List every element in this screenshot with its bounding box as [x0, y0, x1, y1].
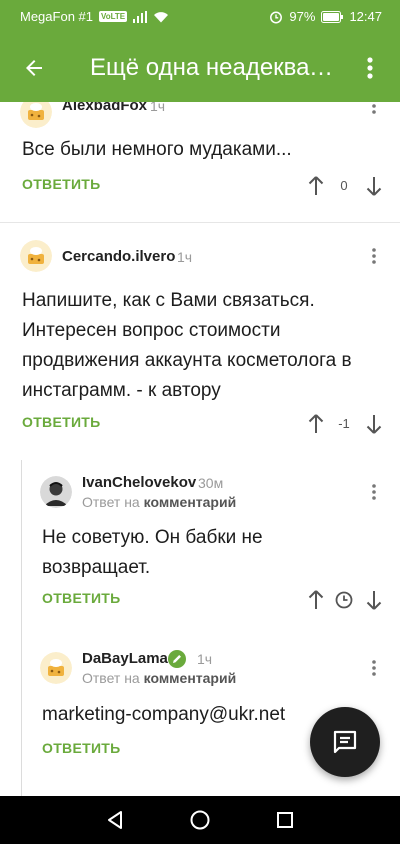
default-avatar-icon — [40, 652, 72, 684]
volte-badge: VoLTE — [99, 11, 128, 22]
comment-actions: ОТВЕТИТЬ — [42, 586, 387, 616]
alarm-icon — [270, 11, 283, 23]
upvote-button[interactable] — [304, 586, 328, 614]
reply-to-label: Ответ на комментарий — [82, 494, 236, 510]
vote-score: -1 — [338, 416, 350, 431]
arrow-down-icon — [366, 177, 382, 196]
reply-to-prefix: Ответ на — [82, 494, 140, 510]
signal-icon — [133, 10, 148, 23]
more-vert-icon — [372, 104, 376, 114]
comment-menu-button[interactable] — [362, 654, 386, 682]
comment-time: 1ч — [177, 249, 193, 265]
message-icon — [333, 730, 357, 754]
comment-text: Напишите, как с Вами связаться. Интересе… — [22, 290, 352, 401]
vote-score: 0 — [340, 178, 348, 193]
comment-item: AlexbadFox 1ч Все были немного мудаками.… — [0, 102, 400, 204]
comment-time: 30м — [198, 475, 224, 491]
circle-home-icon — [190, 810, 210, 830]
pencil-badge-icon — [168, 650, 186, 668]
comment-time: 1ч — [150, 102, 166, 114]
battery-icon — [321, 10, 344, 23]
triangle-back-icon — [108, 811, 122, 829]
reply-button[interactable]: ОТВЕТИТЬ — [42, 740, 121, 756]
back-button[interactable] — [14, 48, 54, 88]
page-title: Ещё одна неадекватная... — [90, 54, 342, 81]
arrow-up-icon — [308, 176, 324, 195]
upvote-button[interactable] — [304, 172, 328, 200]
arrow-left-icon — [26, 60, 42, 76]
comment-actions: ОТВЕТИТЬ -1 — [22, 410, 387, 440]
more-vert-icon — [372, 660, 376, 676]
arrow-up-icon — [308, 414, 324, 433]
comment-menu-button[interactable] — [362, 102, 386, 120]
upvote-button[interactable] — [304, 410, 328, 438]
avatar[interactable] — [40, 652, 72, 684]
comments-feed[interactable]: AlexbadFox 1ч Все были немного мудаками.… — [0, 102, 400, 796]
comment-text: marketing-company@ukr.net — [42, 704, 286, 725]
comment-time: 1ч — [197, 651, 213, 667]
status-bar: MegaFon #1 VoLTE 97% 12:47 — [0, 0, 400, 34]
reply-to-prefix: Ответ на — [82, 670, 140, 686]
more-vert-icon — [372, 484, 376, 500]
carrier-name: MegaFon #1 — [20, 9, 93, 24]
reply-button[interactable]: ОТВЕТИТЬ — [42, 590, 121, 606]
comment-author[interactable]: DaBayLama — [82, 650, 168, 667]
comment-author[interactable]: IvanChelovekov — [82, 474, 196, 491]
arrow-up-icon — [308, 590, 324, 609]
comment-actions: ОТВЕТИТЬ — [42, 736, 242, 766]
nav-recents-button[interactable] — [273, 808, 297, 832]
clock-icon — [335, 591, 353, 609]
avatar[interactable] — [20, 102, 52, 128]
avatar[interactable] — [20, 240, 52, 272]
clock-time: 12:47 — [349, 9, 382, 24]
comment-actions: ОТВЕТИТЬ 0 — [22, 172, 387, 202]
reply-to-link[interactable]: комментарий — [144, 494, 237, 510]
downvote-button[interactable] — [362, 586, 386, 614]
downvote-button[interactable] — [362, 172, 386, 200]
status-left: MegaFon #1 VoLTE — [20, 9, 169, 24]
arrow-down-icon — [366, 415, 382, 434]
reply-button[interactable]: ОТВЕТИТЬ — [22, 176, 101, 192]
nav-back-button[interactable] — [103, 808, 127, 832]
app-bar: Ещё одна неадекватная... — [0, 34, 400, 102]
avatar[interactable] — [40, 476, 72, 508]
comment-author[interactable]: Cercando.ilvero — [62, 248, 175, 265]
square-recents-icon — [277, 812, 293, 828]
reply-to-label: Ответ на комментарий — [82, 670, 236, 686]
reply-button[interactable]: ОТВЕТИТЬ — [22, 414, 101, 430]
more-vert-icon — [367, 57, 373, 79]
downvote-button[interactable] — [362, 410, 386, 438]
comment-author[interactable]: AlexbadFox — [62, 102, 147, 114]
user-photo-avatar — [40, 476, 72, 508]
comment-menu-button[interactable] — [362, 478, 386, 506]
default-avatar-icon — [20, 240, 52, 272]
comment-text: Все были немного мудаками... — [22, 139, 292, 160]
reply-to-link[interactable]: комментарий — [144, 670, 237, 686]
status-right: 97% 12:47 — [269, 9, 382, 24]
divider — [0, 222, 400, 223]
system-nav-bar — [0, 796, 400, 844]
nav-home-button[interactable] — [188, 808, 212, 832]
wifi-icon — [154, 11, 169, 22]
comment-text: Не советую. Он бабки не возвращает. — [42, 527, 263, 578]
comment-item: Cercando.ilvero 1ч Напишите, как с Вами … — [0, 240, 400, 440]
comment-menu-button[interactable] — [362, 242, 386, 270]
default-avatar-icon — [20, 102, 52, 128]
more-vert-icon — [372, 248, 376, 264]
overflow-menu-button[interactable] — [350, 48, 390, 88]
compose-comment-button[interactable] — [310, 707, 380, 777]
battery-percent: 97% — [289, 9, 316, 24]
arrow-down-icon — [366, 591, 382, 610]
